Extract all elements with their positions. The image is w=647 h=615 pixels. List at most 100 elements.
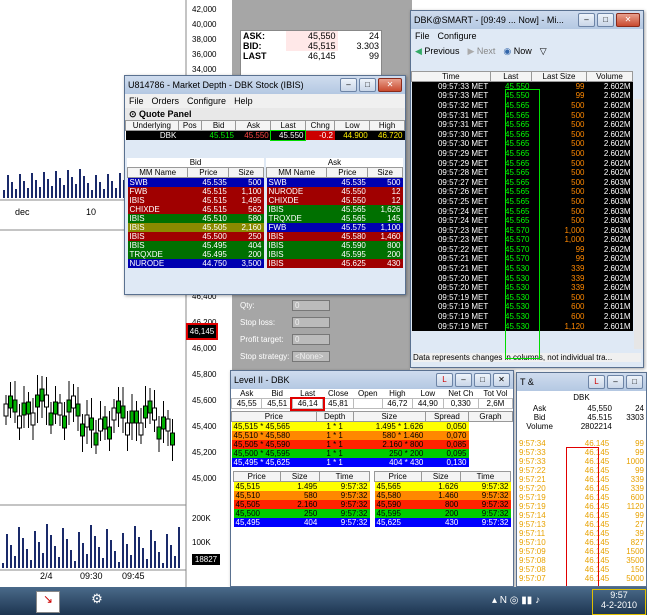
app-icon-2[interactable]: ⚙ [86, 591, 108, 611]
ask-row[interactable]: CHIXDE 45.550 12 [266, 196, 403, 205]
menu-configure[interactable]: Configure [187, 96, 226, 106]
size: 200 [248, 250, 262, 259]
level2-titlebar[interactable]: Level II - DBK L ‒ □ ✕ [231, 371, 513, 389]
close-button[interactable]: ✕ [616, 13, 640, 27]
bid-row[interactable]: TRQXDE 45.495 200 [127, 250, 264, 259]
ask-row[interactable]: NURODE 45.550 12 [266, 187, 403, 196]
size: 500 [248, 178, 262, 187]
ask-row[interactable]: IBIS 45.565 1,626 [266, 205, 403, 214]
level2-ask-list: Price Size Time 45,565 1.626 9:57:32 45,580 1.… [374, 471, 512, 527]
ask-list-row[interactable]: 45,625 430 9:57:32 [374, 518, 511, 527]
link-button[interactable]: L [436, 373, 453, 387]
minimize-button[interactable]: ‒ [340, 78, 357, 92]
app-icon-1[interactable]: ↘ [36, 591, 60, 613]
size: 1,495 [241, 196, 262, 205]
menu-file[interactable]: File [415, 31, 430, 41]
bid-list-row[interactable]: 45,500 250 9:57:32 [233, 509, 370, 518]
list-time: 9:57:32 [481, 500, 509, 509]
close-button[interactable]: ✕ [378, 78, 402, 92]
mm-name: IBIS [129, 241, 145, 250]
filter-icon[interactable]: ▽ [540, 46, 547, 57]
trade-time: 09:57:23 MET [437, 225, 489, 235]
ask-list-row[interactable]: 45,580 1.460 9:57:32 [374, 491, 511, 500]
trade-volume: 2.601M [603, 302, 631, 312]
size: 1,626 [380, 205, 401, 214]
menu-orders[interactable]: Orders [152, 96, 180, 106]
ask-row[interactable]: IBIS 45.595 200 [266, 250, 403, 259]
bid-row[interactable]: SWB 45.535 500 [127, 177, 264, 187]
ask-row[interactable]: IBIS 45.625 430 [266, 259, 403, 268]
bid-row[interactable]: IBIS 45.515 1,495 [127, 196, 264, 205]
link-button[interactable]: L [588, 375, 605, 389]
ask-list-row[interactable]: 45,590 800 9:57:32 [374, 500, 511, 509]
book-header: Depth [315, 411, 354, 422]
now-button[interactable]: Now [514, 46, 532, 56]
maximize-button[interactable]: □ [597, 13, 614, 27]
book-row[interactable]: 45,515 * 45,565 1 * 1 1.495 * 1.626 0,050 [231, 421, 513, 431]
market-depth-titlebar[interactable]: U814786 - Market Depth - DBK Stock (IBIS… [125, 76, 405, 94]
menu-file[interactable]: File [129, 96, 144, 106]
list-size: 250 [303, 509, 318, 518]
ask-row[interactable]: FWB 45.575 1,100 [266, 223, 403, 232]
bid-row[interactable]: IBIS 45.495 404 [127, 241, 264, 250]
smart-titlebar[interactable]: DBK@SMART - [09:49 ... Now] - Mi... ‒ □ … [411, 11, 643, 29]
ask-row[interactable]: IBIS 45.590 800 [266, 241, 403, 250]
list-size: 800 [444, 500, 459, 509]
maximize-button[interactable]: □ [359, 78, 376, 92]
ts-size: 27 [635, 520, 644, 529]
size: 3,500 [241, 259, 262, 268]
collapse-icon[interactable]: ⊙ [129, 109, 139, 120]
minimize-button[interactable]: ‒ [607, 375, 624, 389]
book-row[interactable]: 45,505 * 45,590 1 * 1 2.160 * 800 0,085 [231, 440, 513, 449]
ask-list-row[interactable]: 45,595 200 9:57:32 [374, 509, 511, 518]
previous-icon: ◀ [415, 45, 425, 56]
bid-row[interactable]: IBIS 45.505 2,160 [127, 223, 264, 232]
bid-column-header: MM Name [126, 167, 189, 178]
ask-list-header: Price [374, 471, 422, 482]
list-time: 9:57:32 [481, 482, 509, 491]
order-field-input[interactable]: <None> [292, 351, 330, 362]
time-sales-titlebar[interactable]: T & L ‒ □ [517, 373, 646, 391]
order-field-input[interactable]: 0 [292, 317, 330, 328]
list-price: 45,500 [235, 509, 260, 518]
bid-row[interactable]: FWB 45.515 1,100 [127, 187, 264, 196]
bid-row[interactable]: NURODE 44.750 3,500 [127, 259, 264, 268]
order-field-input[interactable]: 0 [292, 300, 330, 311]
ask-list-row[interactable]: 45,565 1.626 9:57:32 [374, 481, 511, 491]
smart-scrollbar[interactable] [634, 99, 643, 349]
next-button[interactable]: Next [477, 46, 496, 56]
bid-list-row[interactable]: 45,505 2.160 9:57:32 [233, 500, 370, 509]
menu-help[interactable]: Help [234, 96, 253, 106]
minimize-button[interactable]: ‒ [578, 13, 595, 27]
ts-size: 99 [635, 448, 644, 457]
trade-volume: 2.603M [603, 216, 631, 226]
bid-row[interactable]: CHIXDE 45.515 562 [127, 205, 264, 214]
close-button[interactable]: ✕ [493, 373, 510, 387]
ts-size: 99 [635, 511, 644, 520]
maximize-button[interactable]: □ [626, 375, 643, 389]
level2-header: Open [358, 389, 378, 398]
size: 404 [248, 241, 262, 250]
minimize-button[interactable]: ‒ [455, 373, 472, 387]
clock[interactable]: 9:57 4-2-2010 [592, 589, 646, 615]
bid-list-row[interactable]: 45,495 404 9:57:32 [233, 518, 370, 527]
menu-configure[interactable]: Configure [438, 31, 477, 41]
book-row[interactable]: 45,500 * 45,595 1 * 1 250 * 200 0,095 [231, 449, 513, 458]
book-price: 45,505 * 45,590 [233, 440, 291, 449]
ask-row[interactable]: SWB 45.535 500 [266, 177, 403, 187]
maximize-button[interactable]: □ [474, 373, 491, 387]
trade-time: 09:57:31 MET [437, 120, 489, 130]
book-spread: 0,050 [446, 422, 467, 431]
bid-list-row[interactable]: 45,515 1.495 9:57:32 [233, 481, 370, 491]
bid-row[interactable]: IBIS 45.500 250 [127, 232, 264, 241]
bid-row[interactable]: IBIS 45.510 580 [127, 214, 264, 223]
tray-icons[interactable]: ▴ N ◎ ▮▮ ♪ [492, 595, 540, 606]
book-row[interactable]: 45,495 * 45,625 1 * 1 404 * 430 0,130 [231, 458, 513, 467]
order-field-input[interactable]: 0 [292, 334, 330, 345]
book-row[interactable]: 45,510 * 45,580 1 * 1 580 * 1.460 0,070 [231, 431, 513, 440]
ask-row[interactable]: TRQXDE 45.565 145 [266, 214, 403, 223]
ask-row[interactable]: IBIS 45.580 1,460 [266, 232, 403, 241]
ask-list-header: Size [420, 471, 461, 482]
previous-button[interactable]: Previous [424, 46, 459, 56]
bid-list-row[interactable]: 45,510 580 9:57:32 [233, 491, 370, 500]
